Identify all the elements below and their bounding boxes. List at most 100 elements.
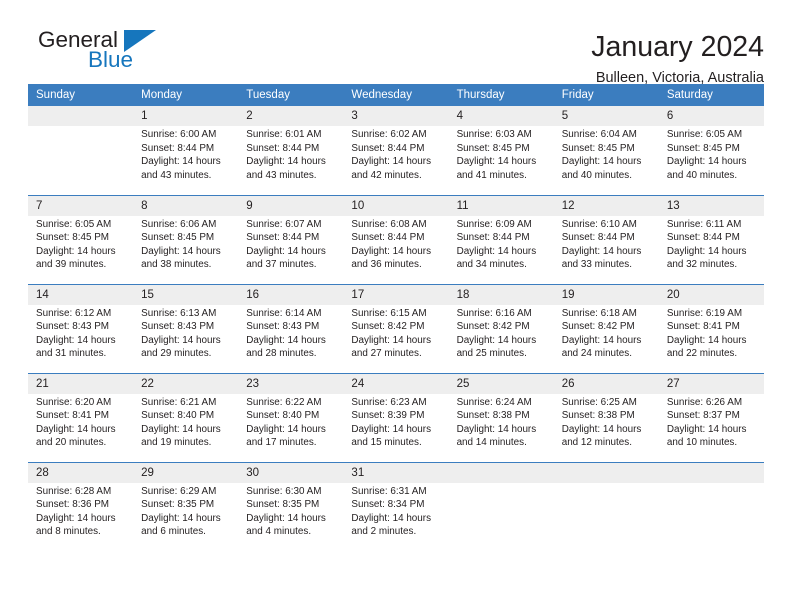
daylight-duration-line2: and 39 minutes.	[36, 259, 107, 271]
daylight-duration-line1: Daylight: 14 hours	[351, 245, 432, 257]
sunset-time: Sunset: 8:39 PM	[351, 410, 425, 422]
calendar-day-cell[interactable]: 1 Sunrise: 6:00 AM Sunset: 8:44 PM Daylight…	[133, 106, 239, 195]
day-details: Sunrise: 6:03 AM Sunset: 8:45 PM Daylight:…	[449, 126, 554, 182]
calendar-day-cell[interactable]: 9 Sunrise: 6:07 AM Sunset: 8:44 PM Daylight…	[238, 194, 344, 284]
sunset-time: Sunset: 8:44 PM	[141, 142, 215, 154]
weekday-header-thursday: Thursday	[448, 84, 554, 106]
calendar-cell-empty	[658, 461, 764, 551]
calendar-day-cell[interactable]: 11 Sunrise: 6:09 AM Sunset: 8:44 PM Dayligh…	[448, 194, 554, 284]
daylight-duration-line1: Daylight: 14 hours	[456, 423, 537, 435]
daylight-duration-line1: Daylight: 14 hours	[36, 245, 116, 257]
calendar-day-cell[interactable]: 2 Sunrise: 6:01 AM Sunset: 8:44 PM Daylight…	[238, 106, 344, 195]
day-number	[448, 462, 554, 483]
daylight-duration-line1: Daylight: 14 hours	[666, 245, 747, 257]
day-details: Sunrise: 6:28 AM Sunset: 8:36 PM Daylight:…	[28, 483, 133, 539]
sunset-time: Sunset: 8:42 PM	[351, 321, 425, 333]
sunset-time: Sunset: 8:41 PM	[36, 410, 110, 422]
sunrise-time: Sunrise: 6:28 AM	[36, 485, 112, 497]
calendar-day-cell[interactable]: 8 Sunrise: 6:06 AM Sunset: 8:45 PM Daylight…	[133, 194, 239, 284]
daylight-duration-line2: and 6 minutes.	[141, 526, 206, 538]
day-number: 12	[553, 195, 659, 216]
daylight-duration-line1: Daylight: 14 hours	[561, 245, 642, 257]
calendar-day-cell[interactable]: 16 Sunrise: 6:14 AM Sunset: 8:43 PM Dayligh…	[238, 283, 344, 373]
daylight-duration-line2: and 24 minutes.	[561, 348, 632, 360]
day-number: 18	[448, 284, 554, 305]
day-details: Sunrise: 6:16 AM Sunset: 8:42 PM Daylight:…	[449, 305, 554, 361]
calendar-day-cell[interactable]: 7 Sunrise: 6:05 AM Sunset: 8:45 PM Daylight…	[28, 194, 134, 284]
calendar-day-cell[interactable]: 3 Sunrise: 6:02 AM Sunset: 8:44 PM Daylight…	[343, 106, 449, 195]
daylight-duration-line1: Daylight: 14 hours	[351, 512, 432, 524]
calendar-day-cell[interactable]: 31 Sunrise: 6:31 AM Sunset: 8:34 PM Dayligh…	[343, 461, 449, 551]
daylight-duration-line2: and 40 minutes.	[561, 169, 632, 181]
calendar-day-cell[interactable]: 20 Sunrise: 6:19 AM Sunset: 8:41 PM Dayligh…	[658, 283, 764, 373]
sunrise-time: Sunrise: 6:21 AM	[141, 396, 217, 408]
day-number: 5	[553, 106, 659, 126]
sunset-time: Sunset: 8:41 PM	[666, 321, 740, 333]
daylight-duration-line2: and 15 minutes.	[351, 437, 422, 449]
daylight-duration-line2: and 20 minutes.	[36, 437, 107, 449]
daylight-duration-line1: Daylight: 14 hours	[351, 334, 432, 346]
day-details: Sunrise: 6:24 AM Sunset: 8:38 PM Daylight:…	[449, 394, 554, 450]
sunrise-time: Sunrise: 6:06 AM	[141, 218, 217, 230]
sunset-time: Sunset: 8:44 PM	[351, 232, 425, 244]
daylight-duration-line2: and 36 minutes.	[351, 259, 422, 271]
daylight-duration-line2: and 19 minutes.	[141, 437, 212, 449]
calendar-day-cell[interactable]: 14 Sunrise: 6:12 AM Sunset: 8:43 PM Dayligh…	[28, 283, 134, 373]
sunset-time: Sunset: 8:40 PM	[246, 410, 320, 422]
calendar-day-cell[interactable]: 18 Sunrise: 6:16 AM Sunset: 8:42 PM Dayligh…	[448, 283, 554, 373]
calendar-day-cell[interactable]: 29 Sunrise: 6:29 AM Sunset: 8:35 PM Dayligh…	[133, 461, 239, 551]
day-details: Sunrise: 6:18 AM Sunset: 8:42 PM Daylight:…	[554, 305, 659, 361]
calendar-day-cell[interactable]: 30 Sunrise: 6:30 AM Sunset: 8:35 PM Dayligh…	[238, 461, 344, 551]
sunrise-time: Sunrise: 6:26 AM	[666, 396, 743, 408]
calendar-day-cell[interactable]: 21 Sunrise: 6:20 AM Sunset: 8:41 PM Dayligh…	[28, 372, 134, 462]
title-block: January 2024 Bulleen, Victoria, Australi…	[591, 28, 764, 89]
daylight-duration-line2: and 29 minutes.	[141, 348, 212, 360]
calendar-week-row: 14 Sunrise: 6:12 AM Sunset: 8:43 PM Dayligh…	[28, 283, 764, 373]
day-details: Sunrise: 6:25 AM Sunset: 8:38 PM Daylight:…	[554, 394, 659, 450]
sunrise-time: Sunrise: 6:07 AM	[246, 218, 322, 230]
location-subtitle: Bulleen, Victoria, Australia	[595, 70, 764, 86]
daylight-duration-line1: Daylight: 14 hours	[666, 334, 747, 346]
daylight-duration-line2: and 34 minutes.	[456, 259, 527, 271]
sunset-time: Sunset: 8:43 PM	[246, 321, 320, 333]
sunset-time: Sunset: 8:38 PM	[561, 410, 635, 422]
daylight-duration-line1: Daylight: 14 hours	[561, 156, 642, 168]
calendar-day-cell[interactable]: 17 Sunrise: 6:15 AM Sunset: 8:42 PM Dayligh…	[343, 283, 449, 373]
calendar-day-cell[interactable]: 23 Sunrise: 6:22 AM Sunset: 8:40 PM Dayligh…	[238, 372, 344, 462]
calendar-day-cell[interactable]: 25 Sunrise: 6:24 AM Sunset: 8:38 PM Dayligh…	[448, 372, 554, 462]
calendar-day-cell[interactable]: 27 Sunrise: 6:26 AM Sunset: 8:37 PM Dayligh…	[658, 372, 764, 462]
daylight-duration-line2: and 41 minutes.	[456, 169, 527, 181]
sunrise-time: Sunrise: 6:18 AM	[561, 307, 637, 319]
general-blue-logo[interactable]: General Blue	[28, 28, 258, 76]
calendar-day-cell[interactable]: 19 Sunrise: 6:18 AM Sunset: 8:42 PM Dayligh…	[553, 283, 659, 373]
sunrise-time: Sunrise: 6:30 AM	[246, 485, 322, 497]
daylight-duration-line1: Daylight: 14 hours	[456, 156, 537, 168]
day-details: Sunrise: 6:29 AM Sunset: 8:35 PM Daylight:…	[133, 483, 238, 539]
calendar-day-cell[interactable]: 12 Sunrise: 6:10 AM Sunset: 8:44 PM Dayligh…	[553, 194, 659, 284]
daylight-duration-line1: Daylight: 14 hours	[666, 156, 747, 168]
sunset-time: Sunset: 8:44 PM	[351, 142, 425, 154]
calendar-day-cell[interactable]: 4 Sunrise: 6:03 AM Sunset: 8:45 PM Daylight…	[448, 106, 554, 195]
sunset-time: Sunset: 8:45 PM	[456, 142, 530, 154]
sunrise-time: Sunrise: 6:14 AM	[246, 307, 322, 319]
day-number	[658, 462, 764, 483]
daylight-duration-line2: and 28 minutes.	[246, 348, 317, 360]
daylight-duration-line2: and 33 minutes.	[561, 259, 632, 271]
calendar-day-cell[interactable]: 24 Sunrise: 6:23 AM Sunset: 8:39 PM Dayligh…	[343, 372, 449, 462]
day-details: Sunrise: 6:22 AM Sunset: 8:40 PM Daylight:…	[238, 394, 343, 450]
weekday-header-sunday: Sunday	[28, 84, 134, 106]
calendar-day-cell[interactable]: 15 Sunrise: 6:13 AM Sunset: 8:43 PM Dayligh…	[133, 283, 239, 373]
sunrise-time: Sunrise: 6:00 AM	[141, 129, 217, 140]
calendar-day-cell[interactable]: 5 Sunrise: 6:04 AM Sunset: 8:45 PM Daylight…	[553, 106, 659, 195]
calendar-day-cell[interactable]: 22 Sunrise: 6:21 AM Sunset: 8:40 PM Dayligh…	[133, 372, 239, 462]
calendar-day-cell[interactable]: 6 Sunrise: 6:05 AM Sunset: 8:45 PM Daylight…	[658, 106, 764, 195]
calendar-day-cell[interactable]: 26 Sunrise: 6:25 AM Sunset: 8:38 PM Dayligh…	[553, 372, 659, 462]
day-number: 20	[658, 284, 764, 305]
daylight-duration-line1: Daylight: 14 hours	[561, 423, 642, 435]
daylight-duration-line2: and 40 minutes.	[666, 169, 738, 181]
calendar-day-cell[interactable]: 28 Sunrise: 6:28 AM Sunset: 8:36 PM Dayligh…	[28, 461, 134, 551]
day-number: 9	[238, 195, 344, 216]
calendar-day-cell[interactable]: 13 Sunrise: 6:11 AM Sunset: 8:44 PM Dayligh…	[658, 194, 764, 284]
calendar-day-cell[interactable]: 10 Sunrise: 6:08 AM Sunset: 8:44 PM Dayligh…	[343, 194, 449, 284]
daylight-duration-line2: and 37 minutes.	[246, 259, 317, 271]
